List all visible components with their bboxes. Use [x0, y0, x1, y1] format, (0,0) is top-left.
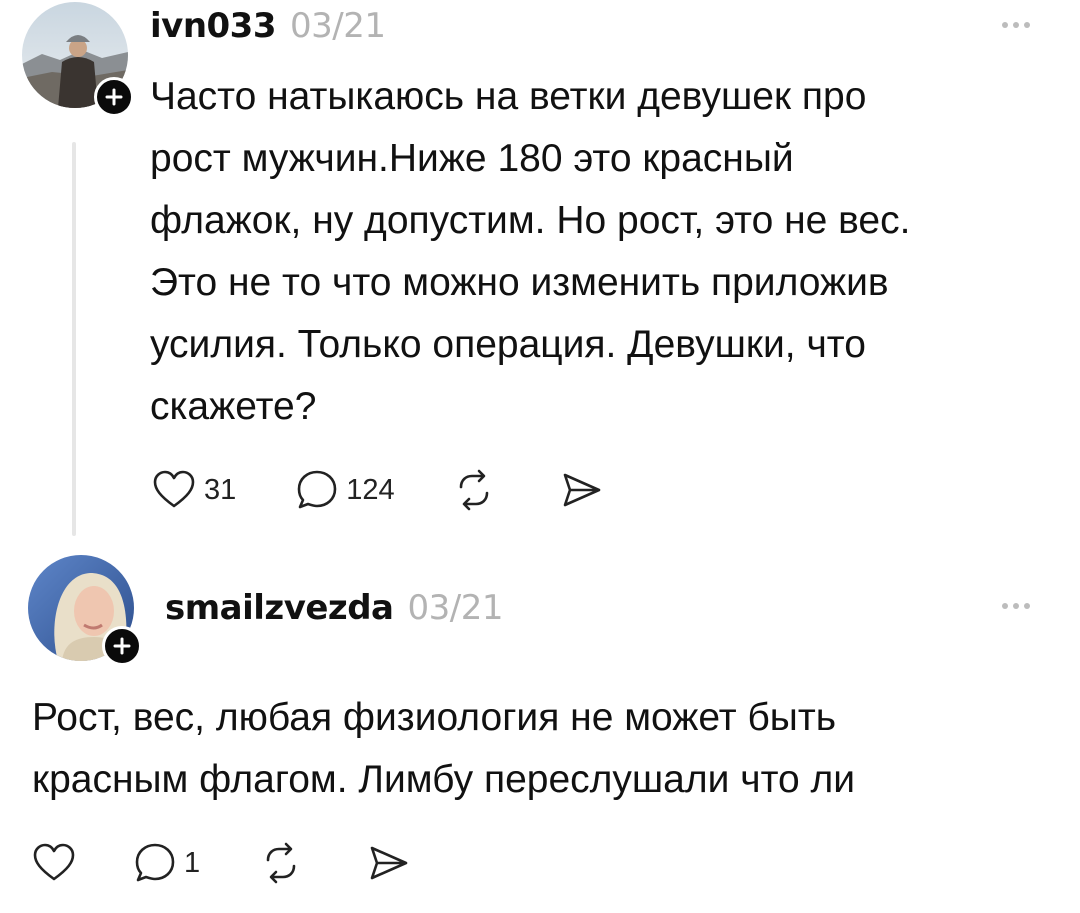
post-text: Часто натыкаюсь на ветки девушек про рос… — [150, 66, 1050, 438]
like-button[interactable] — [30, 839, 84, 887]
reply-count: 124 — [346, 473, 395, 506]
post-text-line: Это не то что можно изменить приложив — [150, 261, 889, 304]
post-text: Рост, вес, любая физиология не может быт… — [32, 687, 1052, 811]
post-actions: 1 — [30, 839, 418, 887]
post-text-line: скажете? — [150, 385, 317, 428]
plus-icon — [105, 88, 123, 106]
share-button[interactable] — [559, 467, 611, 513]
repost-button[interactable] — [451, 467, 503, 513]
repost-button[interactable] — [258, 840, 310, 886]
post-date: 03/21 — [407, 588, 504, 628]
send-icon — [563, 473, 600, 507]
post-actions: 31 124 — [150, 466, 611, 514]
heart-icon — [33, 843, 75, 881]
post-date: 03/21 — [290, 6, 386, 46]
repost-icon — [266, 842, 296, 884]
post-header: smailzvezda 03/21 — [165, 588, 503, 628]
more-icon[interactable] — [1002, 603, 1030, 609]
send-icon — [370, 846, 408, 880]
post-text-line: усилия. Только операция. Девушки, что — [150, 323, 866, 366]
username[interactable]: ivn033 — [150, 6, 277, 46]
follow-button[interactable] — [102, 626, 142, 666]
post-text-line: красным флагом. Лимбу переслушали что ли — [32, 758, 856, 801]
repost-icon — [459, 469, 488, 511]
comment-icon — [135, 843, 175, 882]
follow-button[interactable] — [94, 77, 134, 117]
heart-icon — [153, 470, 195, 508]
post-text-line: флажок, ну допустим. Но рост, это не вес… — [150, 199, 911, 242]
post-text-line: Часто натыкаюсь на ветки девушек про — [150, 75, 867, 118]
post-text-line: рост мужчин.Ниже 180 это красный — [150, 137, 794, 180]
post-text-line: Рост, вес, любая физиология не может быт… — [32, 696, 837, 739]
more-icon[interactable] — [1002, 22, 1030, 28]
thread-line — [72, 142, 76, 536]
reply-button[interactable]: 124 — [294, 467, 395, 513]
like-button[interactable]: 31 — [150, 466, 236, 514]
like-count: 31 — [204, 473, 237, 506]
username[interactable]: smailzvezda — [165, 588, 394, 628]
share-button[interactable] — [366, 840, 418, 886]
plus-icon — [113, 637, 131, 655]
reply-count: 1 — [184, 846, 201, 879]
reply-button[interactable]: 1 — [132, 840, 200, 886]
post-header: ivn033 03/21 — [150, 6, 386, 46]
comment-icon — [297, 470, 337, 509]
